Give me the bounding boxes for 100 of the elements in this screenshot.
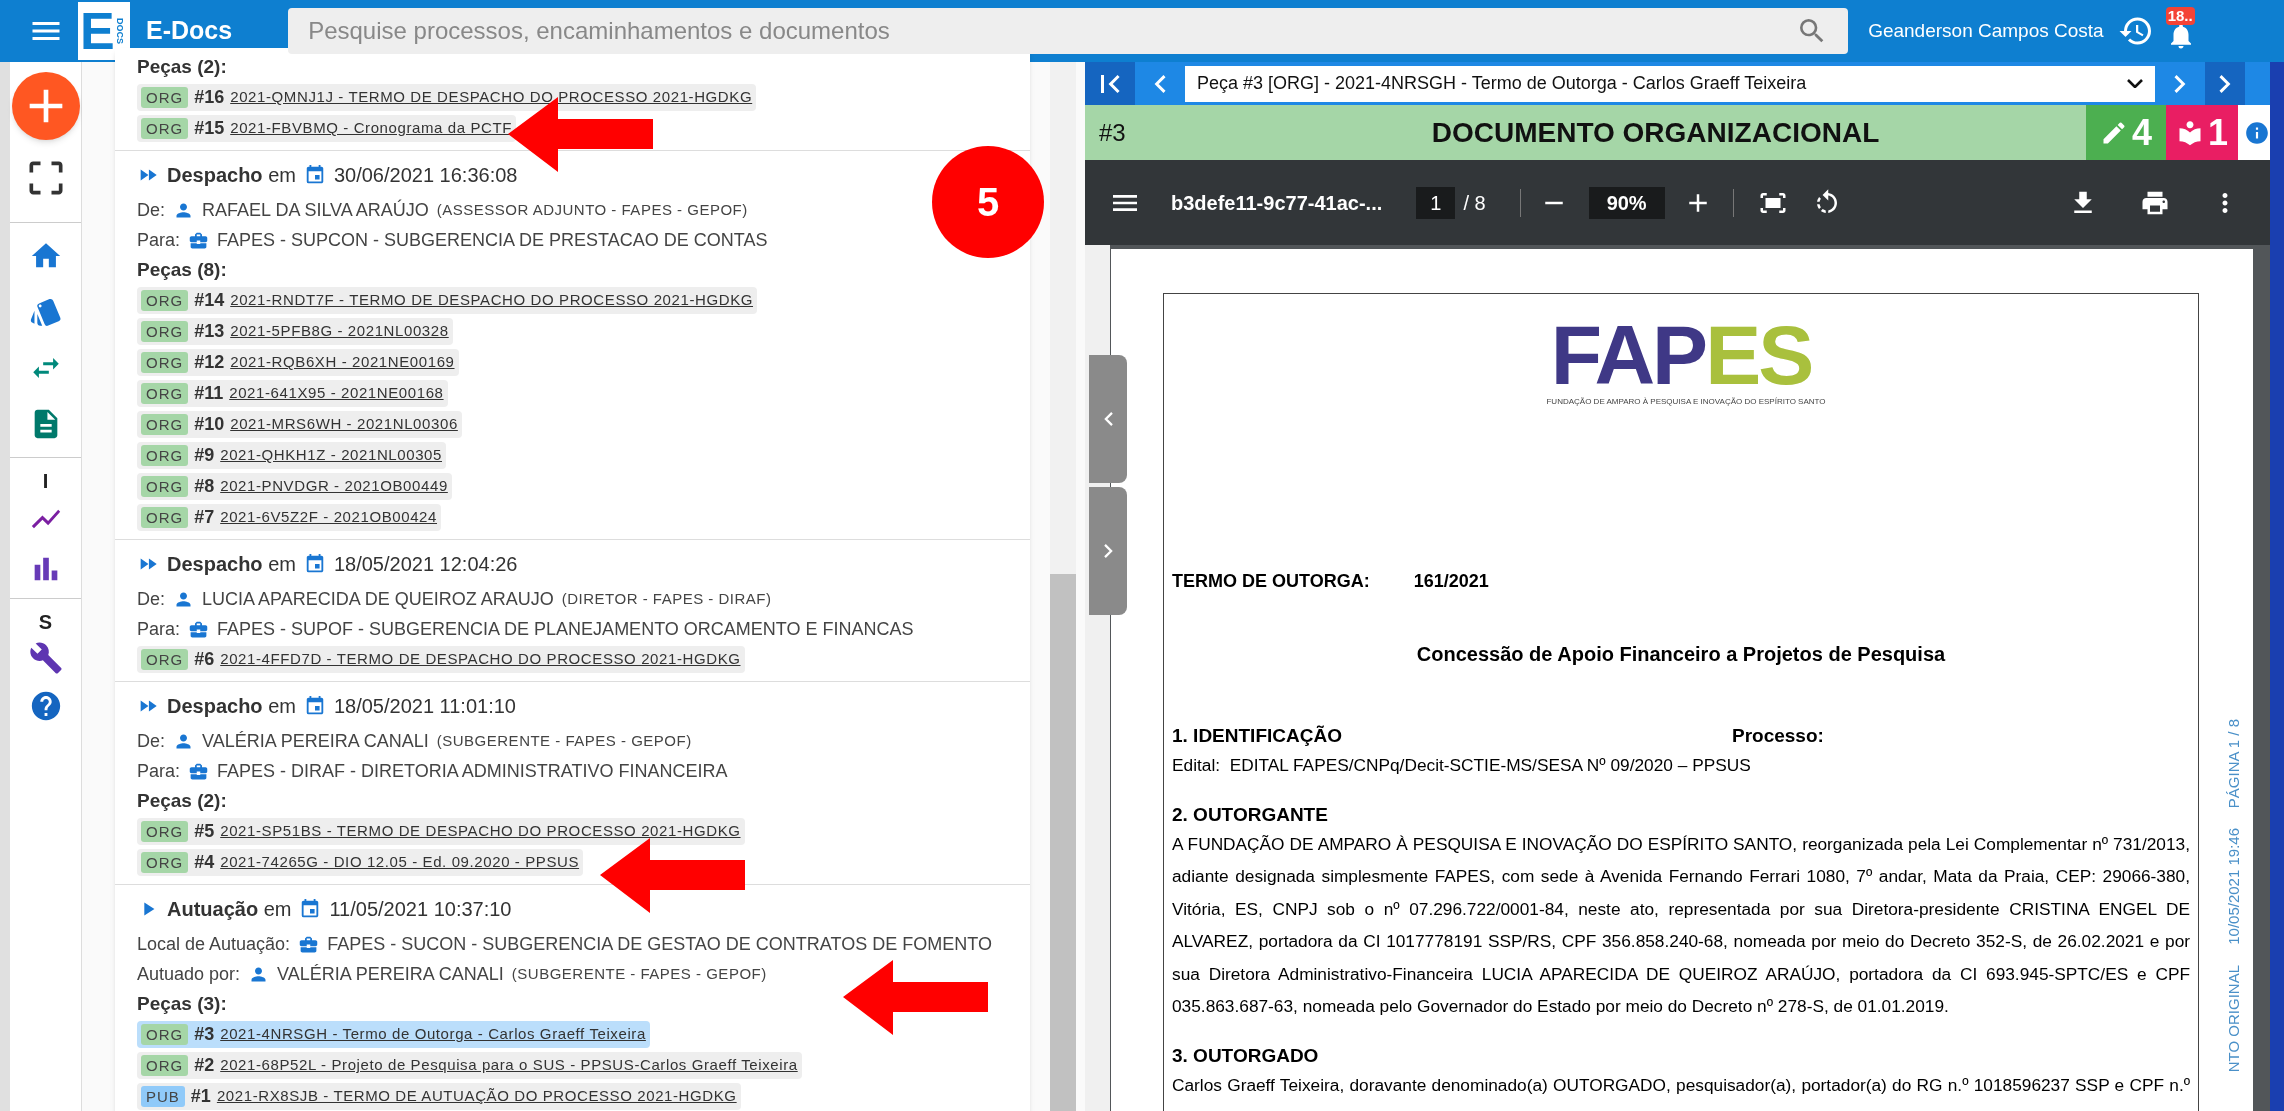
piece-item[interactable]: ORG #8 2021-PNVDGR - 2021OB00449 xyxy=(137,473,452,500)
chevron-left-icon xyxy=(1103,412,1113,426)
event-date: 30/06/2021 16:36:08 xyxy=(333,163,518,188)
piece-tag: ORG xyxy=(141,852,189,873)
page-stamp-text: PÁGINA 1 / 8 xyxy=(2223,719,2243,809)
page-field[interactable]: 1 xyxy=(1416,186,1456,219)
line-role: (ASSESSOR ADJUNTO - FAPES - GEPOF) xyxy=(436,199,748,220)
caret-icon xyxy=(2127,79,2143,88)
piece-item[interactable]: ORG #12 2021-RQB6XH - 2021NE00169 xyxy=(137,349,459,376)
chevron-right-icon xyxy=(2174,74,2186,93)
piece-item[interactable]: ORG #6 2021-4FFD7D - TERMO DE DESPACHO DO PROCESSO 2021-HGDKG xyxy=(137,646,745,673)
piece-item[interactable]: ORG #2 2021-68P52L - Projeto de Pesquisa para o SUS - PPSUS-Carlos Graeff Teixeira xyxy=(137,1052,802,1079)
piece-number: #1 xyxy=(190,1085,211,1108)
piece-tag: ORG xyxy=(141,87,189,108)
line-label: Local de Autuação: xyxy=(137,932,291,956)
piece-item[interactable]: ORG #14 2021-RNDT7F - TERMO DE DESPACHO DO PROCESSO 2021-HGDKG xyxy=(137,287,757,314)
piece-link[interactable]: 2021-PNVDGR - 2021OB00449 xyxy=(220,475,448,498)
piece-link[interactable]: 2021-641X95 - 2021NE00168 xyxy=(229,382,444,405)
zoom-field[interactable]: 90% xyxy=(1588,186,1665,219)
piece-item[interactable]: ORG #10 2021-MRS6WH - 2021NL00306 xyxy=(137,411,462,438)
piece-link[interactable]: 2021-SP51BS - TERMO DE DESPACHO DO PROCESSO 2021-HGDKG xyxy=(220,820,741,843)
line-label: De: xyxy=(137,729,165,753)
piece-tag: ORG xyxy=(141,649,189,670)
line-label: Autuado por: xyxy=(137,962,241,986)
term-label: TERMO DE OUTORGA: xyxy=(1172,570,1370,593)
search-field[interactable]: Pesquise processos, encaminhamentos e documentos xyxy=(288,8,1849,54)
page-stamp-text: NTO ORIGINAL xyxy=(2223,965,2243,1073)
piece-tag: PUB xyxy=(141,1086,185,1107)
piece-number: #11 xyxy=(194,382,224,405)
event-date: 18/05/2021 11:01:10 xyxy=(333,694,516,719)
piece-tag: ORG xyxy=(141,352,189,373)
piece-item[interactable]: ORG #7 2021-6V5Z2F - 2021OB00424 xyxy=(137,504,441,531)
piece-number: #7 xyxy=(194,506,215,529)
line-value: VALÉRIA PEREIRA CANALI xyxy=(202,729,429,753)
piece-number: #9 xyxy=(194,444,215,467)
piece-tag: ORG xyxy=(141,383,189,404)
piece-item[interactable]: ORG #3 2021-4NRSGH - Termo de Outorga - Carlos Graeff Teixeira xyxy=(137,1021,650,1048)
section-aside: Processo: xyxy=(1732,724,1824,748)
piece-select[interactable]: Peça #3 [ORG] - 2021-4NRSGH - Termo de Outorga - Carlos Graeff Teixeira xyxy=(1185,65,2155,102)
piece-number: #8 xyxy=(194,475,215,498)
piece-item[interactable]: ORG #4 2021-74265G - DIO 12.05 - Ed. 09.2020 - PPSUS xyxy=(137,849,584,876)
piece-link[interactable]: 2021-68P52L - Projeto de Pesquisa para o SUS - PPSUS-Carlos Graeff Teixeira xyxy=(220,1054,798,1077)
nav-section-label: I xyxy=(42,469,49,494)
wrench-icon[interactable] xyxy=(28,641,63,675)
chevron-right-icon xyxy=(1103,544,1113,558)
piece-item[interactable]: ORG #5 2021-SP51BS - TERMO DE DESPACHO DO PROCESSO 2021-HGDKG xyxy=(137,818,745,845)
piece-link[interactable]: 2021-QMNJ1J - TERMO DE DESPACHO DO PROCESSO 2021-HGDKG xyxy=(230,86,753,109)
piece-link[interactable]: 2021-QHKH1Z - 2021NL00305 xyxy=(220,444,442,467)
user-name[interactable]: Geanderson Campos Costa xyxy=(1868,16,2104,46)
piece-item[interactable]: ORG #11 2021-641X95 - 2021NE00168 xyxy=(137,380,448,407)
line-value: LUCIA APARECIDA DE QUEIROZ ARAUJO xyxy=(202,587,554,611)
event-date: 11/05/2021 10:37:10 xyxy=(329,897,512,922)
line-role: (DIRETOR - FAPES - DIRAF) xyxy=(561,588,772,609)
piece-link[interactable]: 2021-RNDT7F - TERMO DE DESPACHO DO PROCESSO 2021-HGDKG xyxy=(230,289,753,312)
line-label: De: xyxy=(137,198,165,222)
page-count: / 8 xyxy=(1463,190,1486,216)
piece-number: #6 xyxy=(194,648,215,671)
document-type: DOCUMENTO ORGANIZACIONAL xyxy=(1430,115,1881,150)
section-heading: 2. OUTORGANTE xyxy=(1172,802,1329,827)
readers-button[interactable]: 1 xyxy=(2166,105,2238,160)
section-text: Edital: EDITAL FAPES/CNPq/Decit-SCTIE-MS/SESA Nº 09/2020 – PPSUS xyxy=(1172,754,1752,777)
chevron-right-icon xyxy=(2219,74,2231,93)
add-button[interactable] xyxy=(11,72,80,140)
section-text: Carlos Graeff Teixeira, doravante denominado(a) OUTORGADO, pesquisador(a), portador(a) do RG n.º 1018596237 SSP e CPF n.º xyxy=(1172,1073,2190,1097)
piece-tag: ORG xyxy=(141,1055,189,1076)
pieces-label: Peças (8): xyxy=(137,257,228,282)
next-page-button[interactable] xyxy=(2205,62,2245,105)
piece-number: #3 xyxy=(194,1023,215,1046)
piece-number: #5 xyxy=(194,820,215,843)
piece-link[interactable]: 2021-5PFB8G - 2021NL00328 xyxy=(230,320,449,343)
pieces-label: Peças (2): xyxy=(137,54,228,79)
pieces-label: Peças (3): xyxy=(137,991,228,1016)
piece-item[interactable]: ORG #9 2021-QHKH1Z - 2021NL00305 xyxy=(137,442,446,469)
event-title: Despacho em xyxy=(167,163,296,188)
piece-tag: ORG xyxy=(141,118,189,139)
document-number: #3 xyxy=(1098,117,1127,148)
piece-link[interactable]: 2021-RQB6XH - 2021NE00169 xyxy=(230,351,455,374)
piece-link[interactable]: 2021-RX8SJB - TERMO DE AUTUAÇÃO DO PROCESSO 2021-HGDKG xyxy=(216,1085,737,1108)
piece-link[interactable]: 2021-74265G - DIO 12.05 - Ed. 09.2020 - PPSUS xyxy=(220,851,580,874)
piece-item[interactable]: ORG #15 2021-FBVBMQ - Cronograma da PCTF xyxy=(137,115,516,142)
first-button[interactable] xyxy=(1085,62,1135,105)
document-subject: Concessão de Apoio Financeiro a Projetos de Pesquisa xyxy=(1415,642,1947,667)
piece-link[interactable]: 2021-4NRSGH - Termo de Outorga - Carlos Graeff Teixeira xyxy=(220,1023,646,1046)
piece-number: #13 xyxy=(194,320,225,343)
logo-caption: FUNDAÇÃO DE AMPARO À PESQUISA E INOVAÇÃO DO ESPÍRITO SANTO xyxy=(1546,396,1826,408)
piece-item[interactable]: PUB #1 2021-RX8SJB - TERMO DE AUTUAÇÃO DO PROCESSO 2021-HGDKG xyxy=(137,1083,741,1110)
piece-link[interactable]: 2021-FBVBMQ - Cronograma da PCTF xyxy=(230,117,512,140)
section-text: A FUNDAÇÃO DE AMPARO À PESQUISA E INOVAÇÃO DO ESPÍRITO SANTO, reorganizada pela Lei Complementar nº 731/2013, adiante designada simplesmente FAPES, com sede à Avenida Fernando Ferrari 1080, 7º andar, Mata da Praia, CEP: 29066-380, Vitória, ES, CNPJ sob o nº 07.296.722/0001-84, neste ato, representada por sua Diretora-presidente CRISTINA ENGEL DE ALVAREZ, portadora da CI 1017778191 SSP/RS, CPF 356.858.240-68, nomeada por meio do Decreto 352-S, de 26.02.2021 e por sua Diretora Administrativo-Financeira LUCIA APARECIDA DE QUEIROZ ARAÚJO, portadora da CI 693.945-SPTC/ES e CPF 035.863.687-63, nomeada pelo Governador do Estado por meio do Decreto nº 278-S, de 01.01.2019. xyxy=(1172,832,2190,1018)
line-value: FAPES - SUPCON - SUBGERENCIA DE PRESTACAO DE CONTAS xyxy=(217,228,768,252)
event-title: Despacho em xyxy=(167,694,296,719)
line-label: Para: xyxy=(137,228,181,252)
piece-link[interactable]: 2021-6V5Z2F - 2021OB00424 xyxy=(220,506,437,529)
piece-link[interactable]: 2021-4FFD7D - TERMO DE DESPACHO DO PROCESSO 2021-HGDKG xyxy=(220,648,741,671)
line-role: (SUBGERENTE - FAPES - GEPOF) xyxy=(511,963,767,984)
piece-item[interactable]: ORG #13 2021-5PFB8G - 2021NL00328 xyxy=(137,318,453,345)
piece-link[interactable]: 2021-MRS6WH - 2021NL00306 xyxy=(230,413,458,436)
piece-item[interactable]: ORG #16 2021-QMNJ1J - TERMO DE DESPACHO DO PROCESSO 2021-HGDKG xyxy=(137,84,757,111)
line-label: Para: xyxy=(137,759,181,783)
line-role: (SUBGERENTE - FAPES - GEPOF) xyxy=(436,730,692,751)
event-date: 18/05/2021 12:04:26 xyxy=(333,552,518,577)
